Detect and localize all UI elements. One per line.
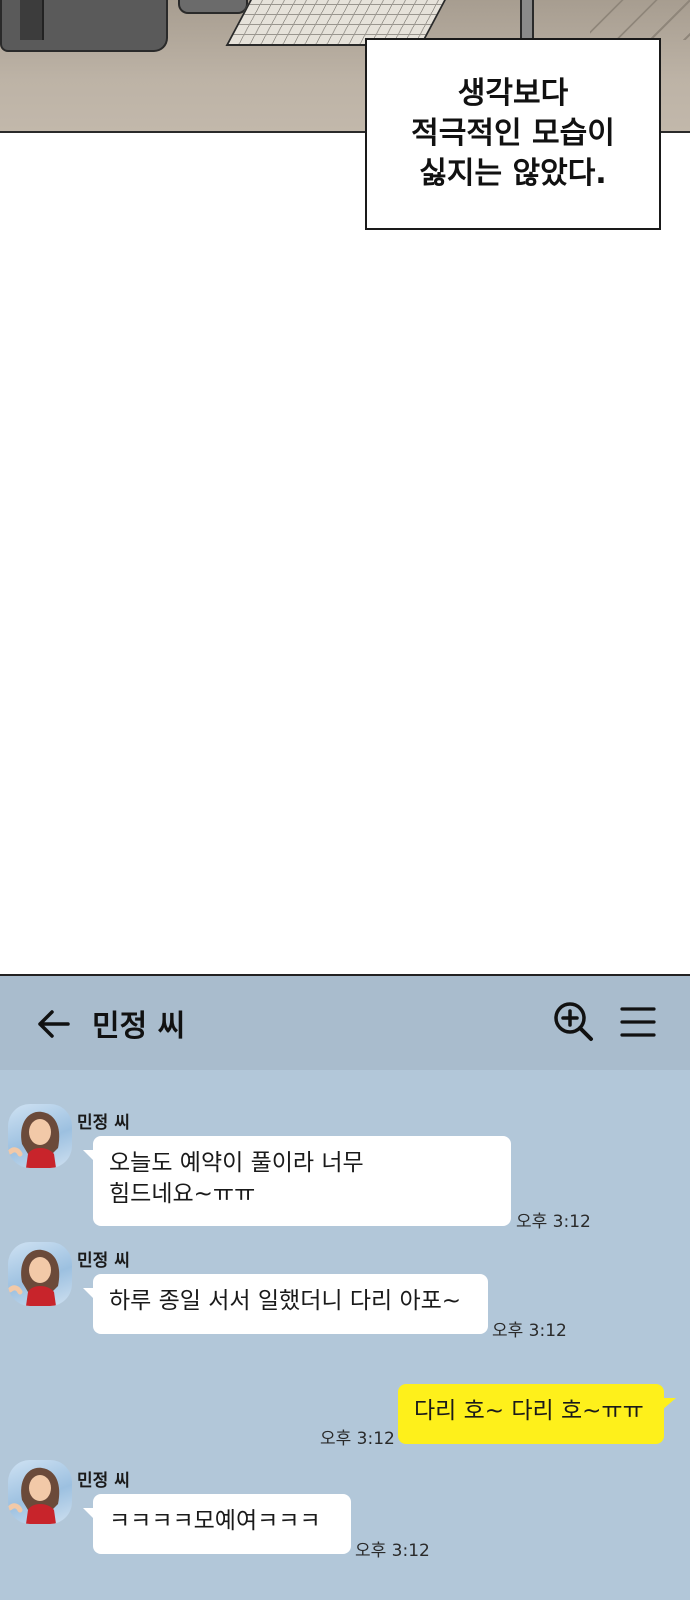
profile-photo-icon [8,1249,60,1306]
sender-name: 민정 씨 [77,1113,130,1133]
chat-header: 민정 씨 [0,976,690,1070]
message-time: 오후 3:12 [492,1321,567,1341]
message-time: 오후 3:12 [516,1212,591,1232]
back-arrow-icon[interactable] [34,1004,74,1044]
avatar[interactable] [8,1460,72,1524]
avatar[interactable] [8,1104,72,1168]
message-bubble[interactable]: 하루 종일 서서 일했더니 다리 아포~ [83,1274,488,1334]
narration-caption-box: 생각보다 적극적인 모습이 싫지는 않았다. [365,38,661,230]
monitor-stand [20,0,44,40]
message-bubble[interactable]: 오늘도 예약이 풀이라 너무 힘드네요~ㅠㅠ [83,1136,511,1226]
chat-title: 민정 씨 [92,1009,186,1044]
message-time: 오후 3:12 [320,1429,395,1449]
menu-icon[interactable] [620,1004,656,1040]
messenger-chat-screen: 민정 씨 민정 씨 오늘도 예약이 풀이라 너무 힘드네요~ㅠㅠ 오후 3:12… [0,974,690,1600]
sender-name: 민정 씨 [77,1471,130,1491]
floor-tiles [590,0,690,40]
sender-name: 민정 씨 [77,1251,130,1271]
my-message-bubble[interactable]: 다리 호~ 다리 호~ㅠㅠ [398,1384,676,1444]
narration-text: 생각보다 적극적인 모습이 싫지는 않았다. [411,76,615,191]
mouse-pad [178,0,248,14]
avatar[interactable] [8,1242,72,1306]
message-bubble[interactable]: ㅋㅋㅋㅋ모예여ㅋㅋㅋ [83,1494,351,1554]
zoom-in-icon[interactable] [552,1000,594,1042]
chair-leg [520,0,534,40]
message-time: 오후 3:12 [355,1541,430,1561]
profile-photo-icon [8,1111,60,1168]
profile-photo-icon [8,1467,60,1524]
